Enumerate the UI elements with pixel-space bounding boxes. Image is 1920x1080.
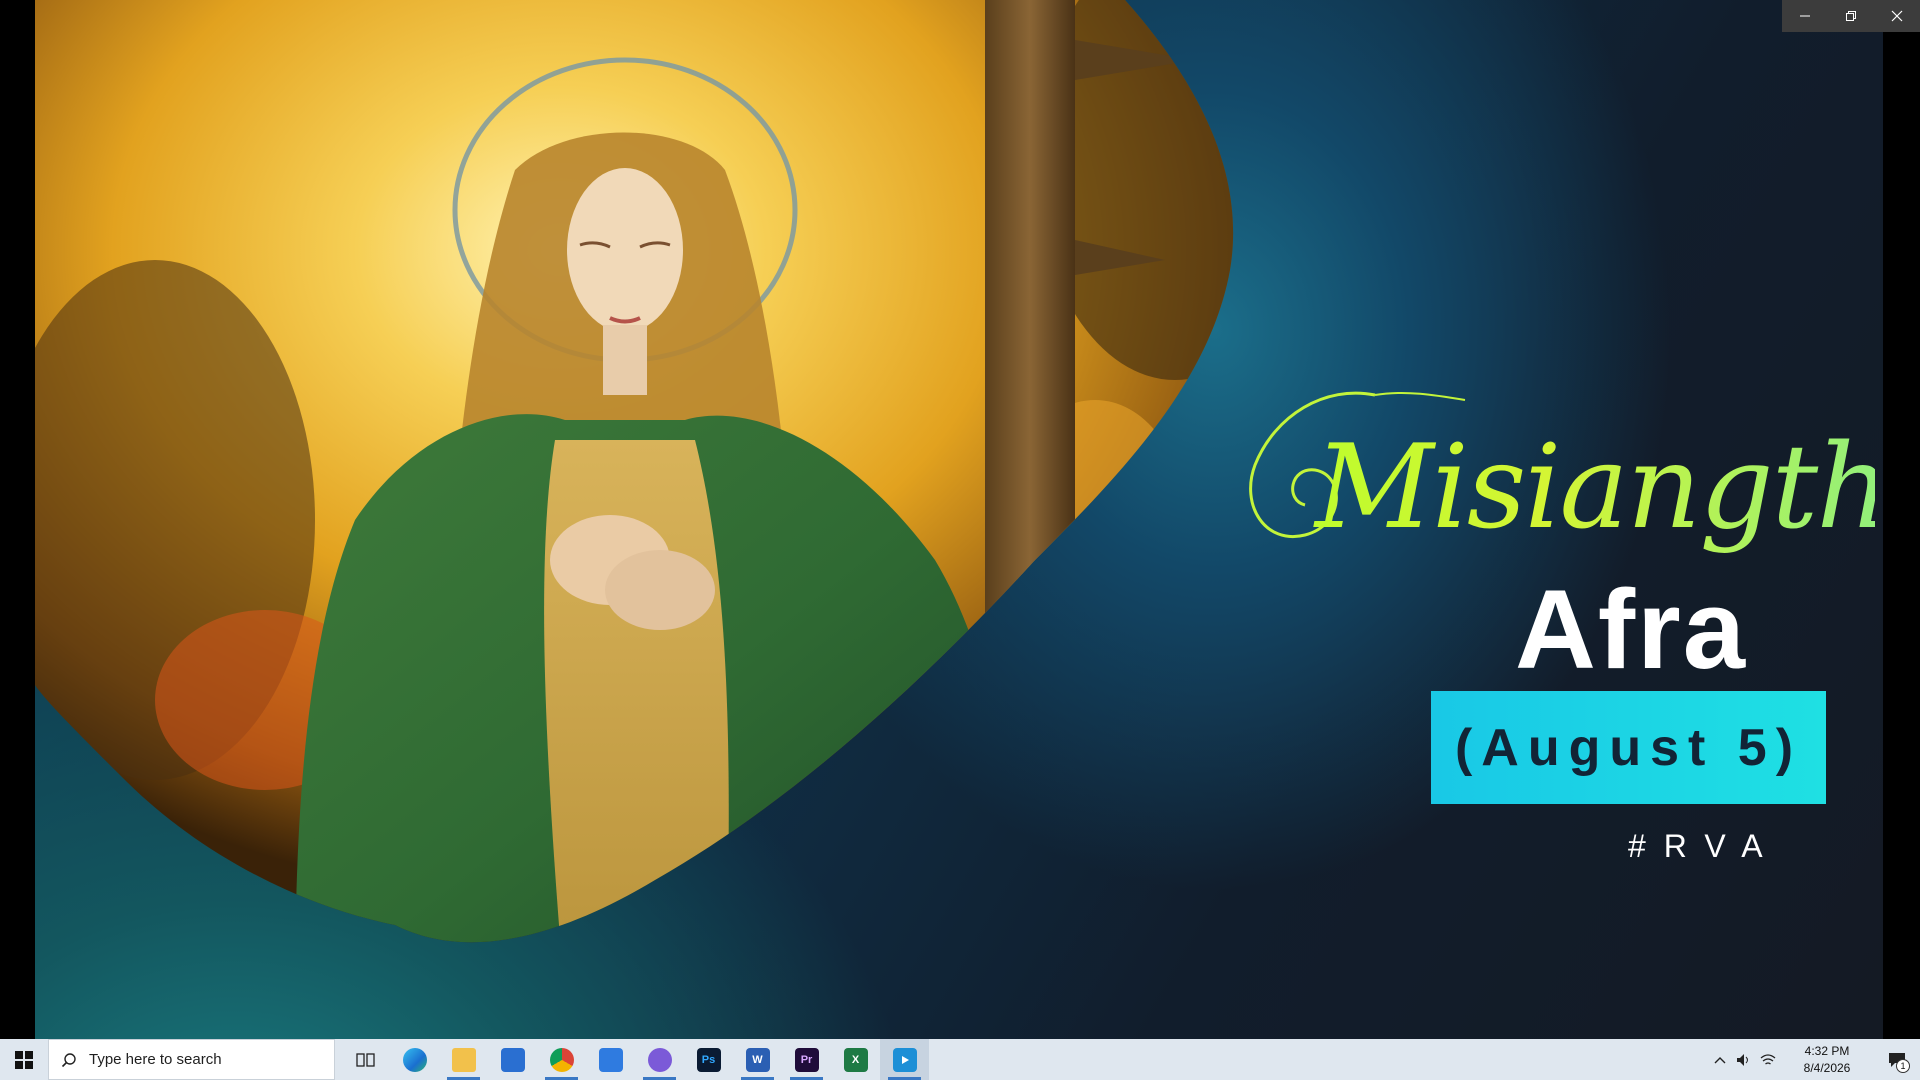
taskbar-premiere[interactable]: Pr [782, 1039, 831, 1080]
system-tray: 4:32 PM 8/4/2026 1 [1708, 1039, 1920, 1080]
notification-count-badge: 1 [1896, 1059, 1910, 1073]
speaker-icon [1737, 1053, 1748, 1066]
slide: Misiangtho Afra (August 5) #RVA [35, 0, 1883, 1039]
chrome-icon [549, 1047, 574, 1072]
taskbar-excel[interactable]: X [831, 1039, 880, 1080]
restore-button[interactable] [1828, 0, 1874, 32]
premiere-icon: Pr [794, 1047, 819, 1072]
taskbar-clock[interactable]: 4:32 PM 8/4/2026 [1784, 1043, 1870, 1077]
taskbar-file-explorer[interactable] [439, 1039, 488, 1080]
start-button[interactable] [0, 1039, 48, 1080]
search-icon [61, 1052, 76, 1067]
close-button[interactable] [1874, 0, 1920, 32]
script-title: Misiangtho [1215, 360, 1883, 570]
slide-viewer: Misiangtho Afra (August 5) #RVA [0, 0, 1920, 1039]
word-icon: W [745, 1047, 770, 1072]
excel-icon: X [843, 1047, 868, 1072]
edge-icon [402, 1047, 427, 1072]
close-icon [1891, 10, 1903, 22]
taskbar-store[interactable] [488, 1039, 537, 1080]
taskbar: Type here to search Ps W Pr X 4:32 PM 8/… [0, 1039, 1920, 1080]
restore-icon [1846, 11, 1856, 21]
taskbar-edge[interactable] [390, 1039, 439, 1080]
clock-date: 8/4/2026 [1803, 1060, 1851, 1075]
photoshop-icon: Ps [696, 1047, 721, 1072]
mail-icon [598, 1047, 623, 1072]
taskbar-mail[interactable] [586, 1039, 635, 1080]
folder-icon [451, 1047, 476, 1072]
chevron-up-icon [1714, 1056, 1726, 1063]
hashtag-label: #RVA [1628, 828, 1781, 864]
taskbar-word[interactable]: W [733, 1039, 782, 1080]
date-banner: (August 5) [1431, 691, 1826, 804]
clock-time: 4:32 PM [1804, 1043, 1850, 1058]
store-icon [500, 1047, 525, 1072]
action-center-button[interactable]: 1 [1874, 1039, 1920, 1080]
window-controls [1782, 0, 1920, 32]
show-hidden-icons-button[interactable] [1708, 1039, 1732, 1080]
task-view-icon [355, 1052, 375, 1067]
taskbar-video-player[interactable] [880, 1039, 929, 1080]
taskbar-viber[interactable] [635, 1039, 684, 1080]
windows-logo-icon [15, 1050, 33, 1069]
wifi-icon [1760, 1053, 1776, 1065]
minimize-icon [1800, 15, 1810, 17]
feast-date: (August 5) [1454, 718, 1803, 777]
volume-button[interactable] [1732, 1039, 1756, 1080]
taskbar-photoshop[interactable]: Ps [684, 1039, 733, 1080]
taskbar-search-box[interactable]: Type here to search [48, 1039, 335, 1080]
network-button[interactable] [1756, 1039, 1780, 1080]
minimize-button[interactable] [1782, 0, 1828, 32]
taskbar-chrome[interactable] [537, 1039, 586, 1080]
viber-icon [647, 1047, 672, 1072]
play-icon [892, 1047, 917, 1072]
search-placeholder: Type here to search [89, 1051, 222, 1068]
saint-name: Afra [1515, 567, 1748, 692]
taskbar-task-view[interactable] [341, 1039, 390, 1080]
taskbar-apps: Ps W Pr X [341, 1039, 929, 1080]
